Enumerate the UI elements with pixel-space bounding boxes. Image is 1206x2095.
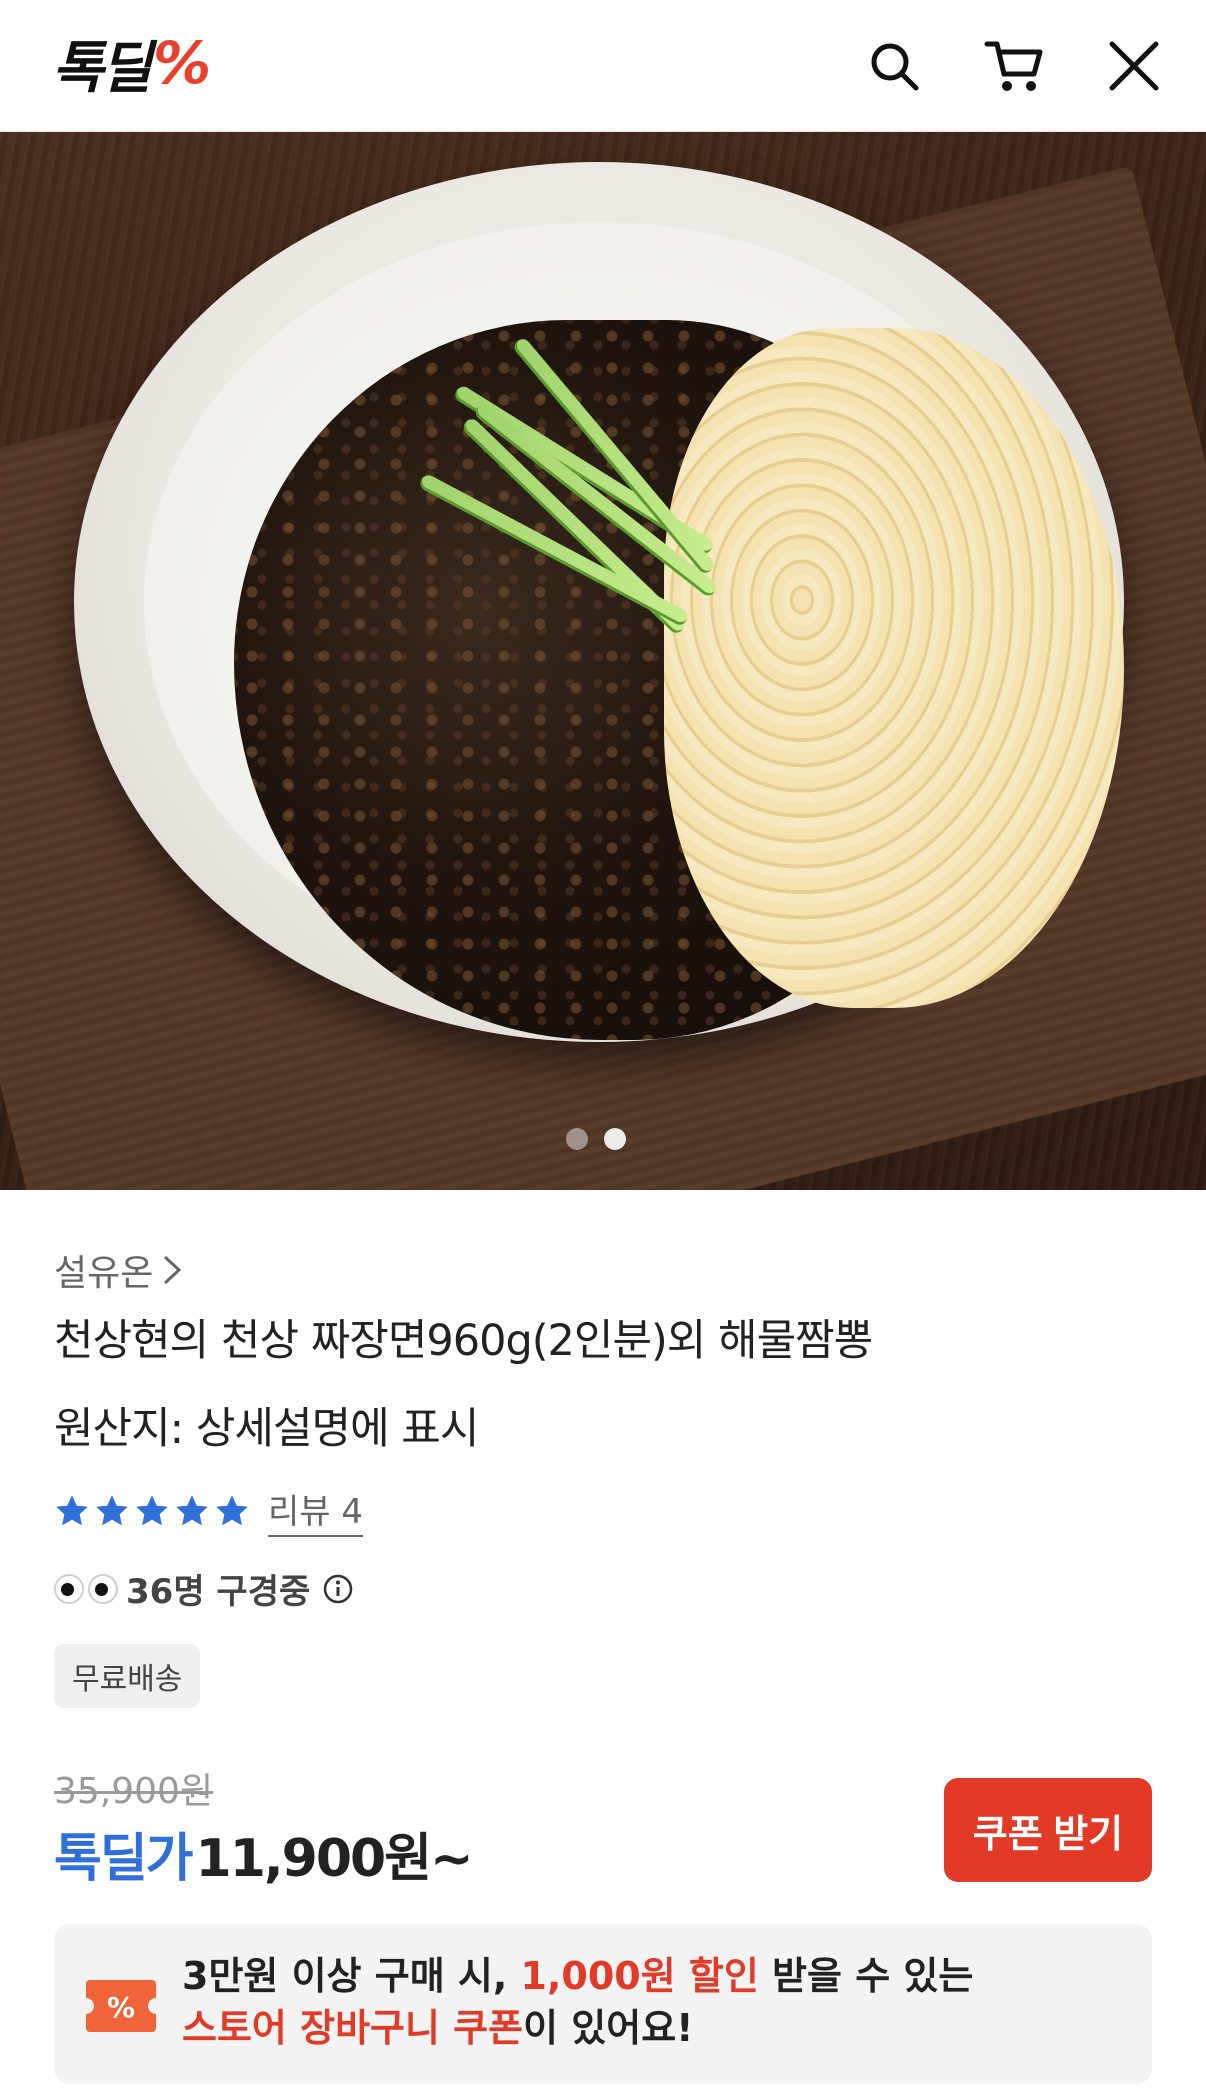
carousel-dot-active[interactable]: [604, 1128, 626, 1150]
product-image-carousel[interactable]: [0, 132, 1206, 1190]
original-price: 35,900원: [54, 1771, 214, 1812]
star-icon: [56, 1494, 88, 1525]
rating-row: 리뷰 4: [54, 1484, 363, 1537]
deal-price-row: 톡딜가 11,900원~: [54, 1816, 474, 1891]
talkdeal-logo[interactable]: 톡딜 %: [52, 29, 212, 101]
review-link[interactable]: 리뷰 4: [268, 1484, 363, 1537]
seller-name: 설유온: [54, 1253, 154, 1294]
deal-price: 11,900원~: [195, 1829, 474, 1889]
free-shipping-badge: 무료배송: [54, 1644, 201, 1708]
get-coupon-button[interactable]: 쿠폰 받기: [944, 1778, 1152, 1882]
logo-percent-mark: %: [153, 29, 212, 97]
promo-discount: 1,000원 할인: [520, 1954, 759, 1998]
promo-coupon-name: 스토어 장바구니 쿠폰: [182, 2006, 524, 2051]
app-header: 톡딜 %: [0, 0, 1206, 132]
eyes-icon: [54, 1573, 118, 1604]
carousel-indicator: [566, 1128, 626, 1150]
info-icon[interactable]: [322, 1573, 354, 1605]
close-icon[interactable]: [1102, 34, 1166, 98]
deal-price-label: 톡딜가: [54, 1829, 194, 1889]
cart-icon[interactable]: [982, 34, 1046, 98]
product-origin: 원산지: 상세설명에 표시: [54, 1404, 479, 1454]
star-icon: [176, 1494, 208, 1525]
search-icon[interactable]: [862, 34, 926, 98]
promo-line2-b: 이 있어요!: [523, 2006, 694, 2051]
viewers-count: 36명 구경중: [54, 1564, 354, 1613]
carousel-dot[interactable]: [566, 1128, 588, 1150]
star-icon: [136, 1494, 168, 1525]
promo-text: 3만원 이상 구매 시, 1,000원 할인 받을 수 있는 스토어 장바구니 …: [182, 1950, 973, 2055]
chevron-right-icon: [164, 1255, 182, 1285]
star-icon: [216, 1494, 248, 1525]
coupon-icon: %: [86, 1980, 156, 2032]
noodles: [664, 328, 1124, 1008]
seller-link[interactable]: 설유온: [54, 1244, 183, 1296]
logo-text: 톡딜: [52, 35, 152, 101]
promo-line1-a: 3만원 이상 구매 시,: [182, 1954, 521, 1998]
product-title: 천상현의 천상 짜장면960g(2인분)외 해물짬뽕: [54, 1316, 873, 1366]
store-cart-coupon-banner[interactable]: % 3만원 이상 구매 시, 1,000원 할인 받을 수 있는 스토어 장바구…: [54, 1924, 1152, 2084]
bowl: [74, 162, 1124, 1042]
svg-text:%: %: [107, 1991, 135, 2024]
star-icon: [96, 1494, 128, 1525]
viewers-text: 36명 구경중: [126, 1572, 311, 1612]
promo-line1-b: 받을 수 있는: [758, 1954, 974, 1998]
